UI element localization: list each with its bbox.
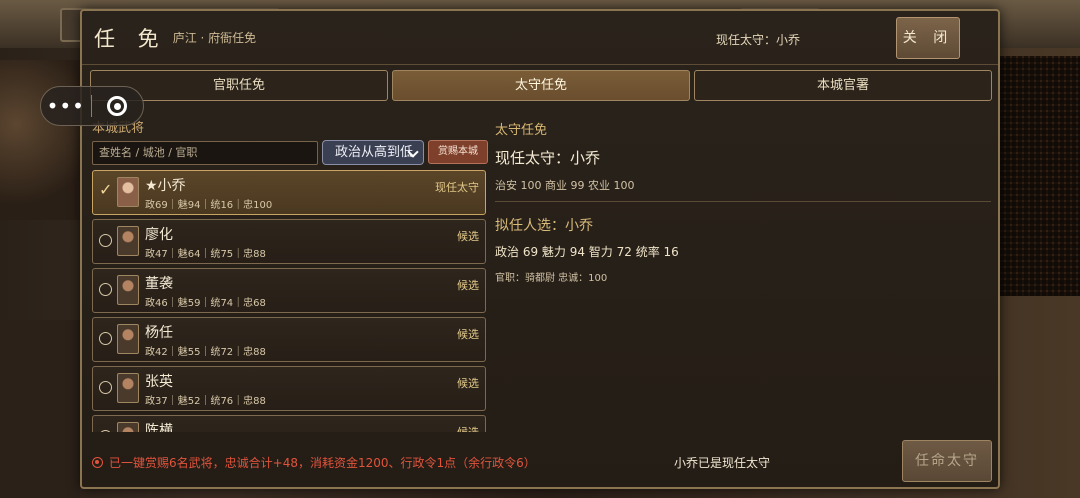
city-stats: 治安 100 商业 99 农业 100 [495, 179, 635, 192]
general-stats: 政42｜魅55｜统72｜忠88 [145, 347, 266, 358]
candidate-label: 拟任人选：小乔 [495, 218, 593, 234]
list-item[interactable]: ✓ ★小乔 政69｜魅94｜统16｜忠100 现任太守 [92, 170, 486, 215]
general-status-badge: 现任太守 [435, 181, 479, 194]
avatar [117, 422, 139, 432]
appointment-dialog: 任 免 庐江 · 府衙任免 现任太守：小乔 关 闭 官职任免 太守任免 本城官署… [80, 9, 1000, 489]
sort-selected-label: 政治从高到低 [335, 145, 414, 160]
background-lamp [0, 60, 80, 220]
general-stats: 政69｜魅94｜统16｜忠100 [145, 200, 273, 211]
avatar [117, 324, 139, 354]
sort-select[interactable]: 政治从高到低 [322, 140, 424, 165]
mini-program-capsule: ••• [40, 86, 144, 126]
header-current-governor: 现任太守：小乔 [715, 33, 800, 47]
radio-icon [99, 332, 112, 345]
section-divider [495, 201, 991, 202]
general-name: 陈横 [145, 423, 173, 432]
status-message: 小乔已是现任太守 [674, 456, 771, 470]
radio-icon [99, 234, 112, 247]
checkmark-icon: ✓ [99, 180, 113, 199]
dialog-subtitle: 庐江 · 府衙任免 [172, 31, 257, 45]
tab-governor-appointment[interactable]: 太守任免 [392, 70, 690, 101]
appoint-governor-button[interactable]: 任命太守 [902, 440, 992, 482]
close-button[interactable]: 关 闭 [896, 17, 960, 59]
general-status-badge: 候选 [457, 279, 479, 292]
radio-icon [99, 283, 112, 296]
background-window [1000, 56, 1080, 296]
list-item[interactable]: 廖化 政47｜魅64｜统75｜忠88 候选 [92, 219, 486, 264]
general-stats: 政47｜魅64｜统75｜忠88 [145, 249, 266, 260]
dialog-title: 任 免 [94, 26, 167, 51]
tab-city-offices[interactable]: 本城官署 [694, 70, 992, 101]
general-stats: 政37｜魅52｜统76｜忠88 [145, 396, 266, 407]
tab-bar: 官职任免 太守任免 本城官署 [90, 70, 992, 102]
reward-notice-text: 已一键赏赐6名武将，忠诚合计+48，消耗资金1200、行政令1点（余行政令6） [109, 456, 536, 470]
general-status-badge: 候选 [457, 230, 479, 243]
radio-icon [99, 381, 112, 394]
list-item[interactable]: 陈横 候选 [92, 415, 486, 432]
more-dots-icon[interactable]: ••• [41, 94, 91, 118]
avatar [117, 177, 139, 207]
general-status-badge: 候选 [457, 424, 479, 432]
general-name: ★小乔 [145, 178, 186, 194]
list-item[interactable]: 董袭 政46｜魅59｜统74｜忠68 候选 [92, 268, 486, 313]
dialog-header: 任 免 庐江 · 府衙任免 [82, 11, 998, 65]
general-status-badge: 候选 [457, 328, 479, 341]
avatar [117, 275, 139, 305]
search-input[interactable]: 查姓名 / 城池 / 官职 [92, 141, 318, 165]
general-name: 廖化 [145, 227, 173, 243]
radio-icon [99, 430, 112, 432]
current-governor-label: 现任太守：小乔 [495, 149, 601, 167]
candidate-info: 官职：骑都尉 忠诚：100 [495, 273, 608, 284]
target-icon[interactable] [92, 96, 144, 116]
general-name: 张英 [145, 374, 173, 390]
general-status-badge: 候选 [457, 377, 479, 390]
general-name: 董袭 [145, 276, 173, 292]
avatar [117, 226, 139, 256]
generals-list[interactable]: ✓ ★小乔 政69｜魅94｜统16｜忠100 现任太守 廖化 政47｜魅64｜统… [90, 170, 488, 432]
notice-icon [92, 457, 103, 468]
reward-notice: 已一键赏赐6名武将，忠诚合计+48，消耗资金1200、行政令1点（余行政令6） [92, 454, 536, 471]
general-stats: 政46｜魅59｜统74｜忠68 [145, 298, 266, 309]
governor-section-title: 太守任免 [495, 123, 548, 138]
background-table [0, 320, 80, 498]
candidate-stats: 政治 69 魅力 94 智力 72 统率 16 [495, 245, 679, 259]
reward-city-button[interactable]: 赏赐本城 [428, 140, 488, 164]
general-name: 杨任 [145, 325, 173, 341]
list-item[interactable]: 杨任 政42｜魅55｜统72｜忠88 候选 [92, 317, 486, 362]
list-item[interactable]: 张英 政37｜魅52｜统76｜忠88 候选 [92, 366, 486, 411]
avatar [117, 373, 139, 403]
